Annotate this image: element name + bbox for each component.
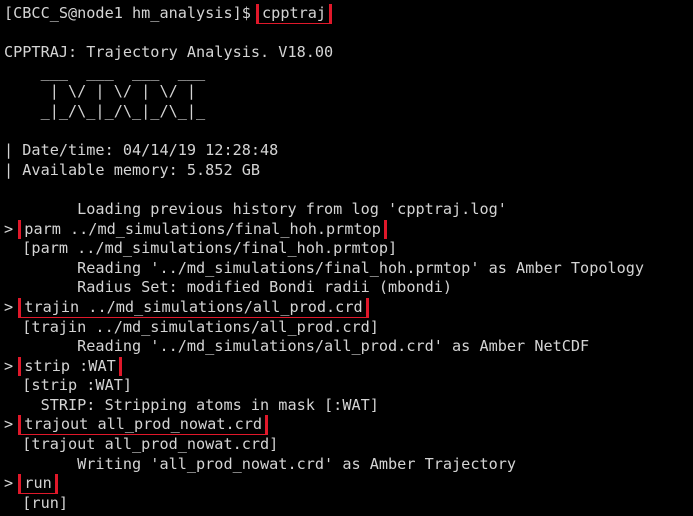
run-input-line: > run [0, 474, 693, 494]
shell-prompt: [CBCC_S@node1 hm_analysis]$ [4, 4, 261, 22]
strip-echo: [strip :WAT] [4, 376, 133, 395]
terminal-window[interactable]: [CBCC_S@node1 hm_analysis]$ cpptraj CPPT… [0, 0, 693, 516]
run-command: run [18, 474, 58, 494]
trajout-echo: [trajout all_prod_nowat.crd] [4, 435, 279, 454]
parm-output-reading: Reading '../md_simulations/final_hoh.prm… [4, 258, 645, 277]
trajout-output-writing: Writing 'all_prod_nowat.crd' as Amber Tr… [4, 454, 517, 473]
trajin-output-reading: Reading '../md_simulations/all_prod.crd'… [4, 337, 590, 356]
parm-output-radius: Radius Set: modified Bondi radii (mbondi… [4, 278, 453, 297]
ascii-logo-line-1: ___ ___ ___ ___ [4, 62, 206, 81]
memory-info: | Available memory: 5.852 GB [4, 160, 261, 179]
trajout-input-line: > trajout all_prod_nowat.crd [0, 415, 693, 436]
shell-prompt-line: [CBCC_S@node1 hm_analysis]$ cpptraj [0, 4, 693, 24]
trajout-command: trajout all_prod_nowat.crd [18, 415, 269, 436]
strip-command: strip :WAT [18, 356, 122, 377]
program-title: CPPTRAJ: Trajectory Analysis. V18.00 [4, 43, 334, 62]
strip-input-line: > strip :WAT [0, 356, 693, 377]
history-message: Loading previous history from log 'cpptr… [4, 199, 507, 218]
trajin-command: trajin ../md_simulations/all_prod.crd [18, 297, 369, 318]
ascii-logo-line-2: | \/ | \/ | \/ | [4, 82, 197, 101]
trajin-echo: [trajin ../md_simulations/all_prod.crd] [4, 317, 379, 336]
input-prompt: > [4, 219, 23, 238]
run-echo: [run] [4, 493, 69, 512]
ascii-logo-line-3: _|_/\_|_/\_|_/\_|_ [4, 101, 206, 120]
strip-output: STRIP: Stripping atoms in mask [:WAT] [4, 395, 379, 414]
parm-input-line: > parm ../md_simulations/final_hoh.prmto… [0, 219, 693, 240]
cpptraj-command: cpptraj [256, 4, 333, 24]
datetime-info: | Date/time: 04/14/19 12:28:48 [4, 141, 279, 160]
trajin-input-line: > trajin ../md_simulations/all_prod.crd [0, 297, 693, 318]
input-prompt: > [4, 474, 23, 493]
input-prompt: > [4, 415, 23, 434]
input-prompt: > [4, 297, 23, 316]
input-prompt: > [4, 356, 23, 375]
parm-echo: [parm ../md_simulations/final_hoh.prmtop… [4, 239, 398, 258]
parm-command: parm ../md_simulations/final_hoh.prmtop [18, 219, 387, 240]
